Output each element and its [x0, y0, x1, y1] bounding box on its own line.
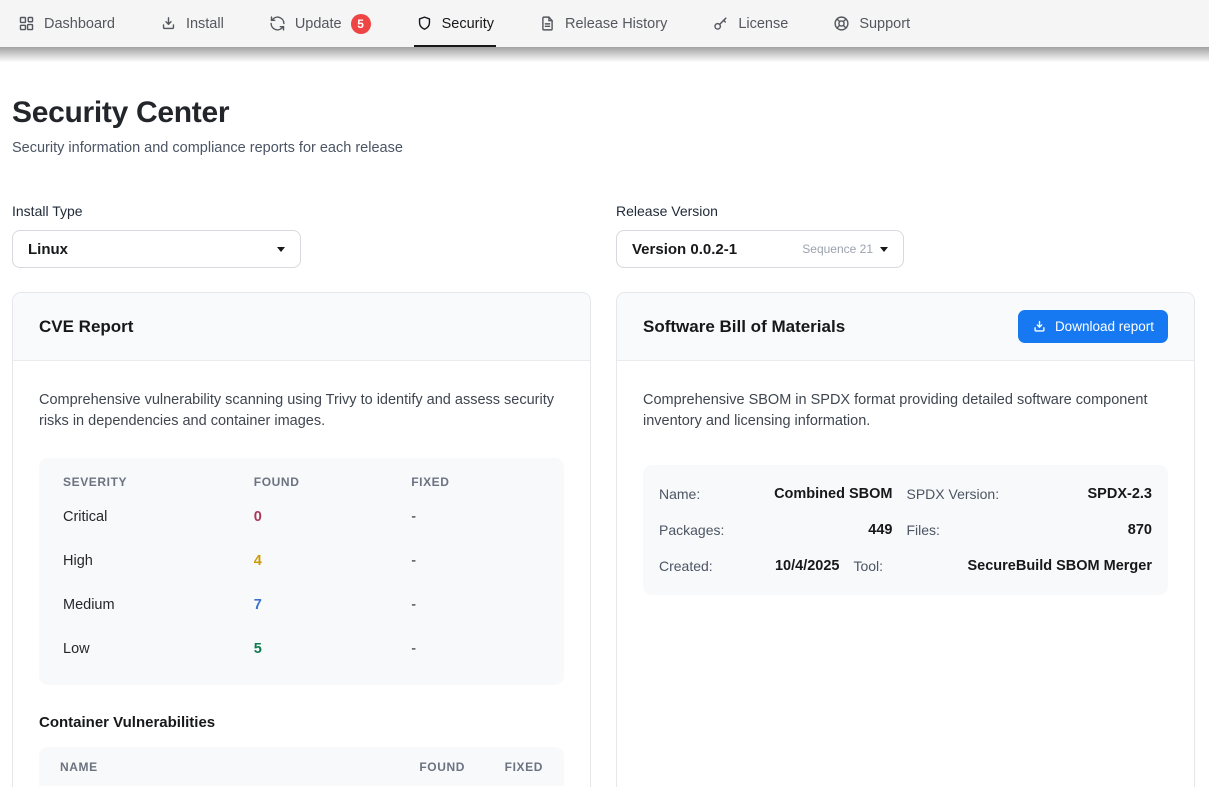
name-column-header: Name — [60, 760, 370, 774]
dashboard-grid-icon — [18, 15, 35, 32]
sbom-created-label: Created: — [659, 558, 747, 574]
sbom-description: Comprehensive SBOM in SPDX format provid… — [643, 390, 1168, 432]
sbom-name-value: Combined SBOM — [761, 486, 893, 502]
sbom-files-value: 870 — [1021, 522, 1153, 538]
fixed-column-header: Fixed — [411, 475, 540, 489]
nav-item-install[interactable]: Install — [160, 0, 224, 47]
nav-item-dashboard[interactable]: Dashboard — [18, 0, 115, 47]
install-type-label: Install Type — [12, 203, 591, 219]
release-version-value: Version 0.0.2-1 — [632, 241, 737, 258]
table-row: Name: Combined SBOM SPDX Version: SPDX-2… — [659, 476, 1152, 512]
sbom-info-table: Name: Combined SBOM SPDX Version: SPDX-2… — [643, 465, 1168, 595]
sbom-packages-value: 449 — [761, 522, 893, 538]
filters-row: Install Type Linux Release Version Versi… — [12, 203, 1195, 268]
lifebuoy-icon — [833, 15, 850, 32]
cve-report-header: CVE Report — [13, 293, 590, 361]
severity-table: Severity Found Fixed Critical 0 - High 4… — [39, 458, 564, 685]
container-table-header: Name Found Fixed — [39, 747, 564, 786]
update-count-badge: 5 — [351, 14, 371, 34]
install-type-field: Install Type Linux — [12, 203, 591, 268]
nav-item-release-history[interactable]: Release History — [539, 0, 667, 47]
fixed-count: - — [411, 553, 540, 569]
fixed-column-header: Fixed — [465, 760, 543, 774]
cards-row: CVE Report Comprehensive vulnerability s… — [12, 292, 1195, 787]
nav-item-support[interactable]: Support — [833, 0, 910, 47]
container-vulnerabilities-title: Container Vulnerabilities — [39, 714, 564, 731]
nav-item-update[interactable]: Update 5 — [269, 0, 371, 47]
table-row: Low 5 - — [39, 627, 564, 671]
download-icon — [160, 15, 177, 32]
sequence-hint: Sequence 21 — [802, 242, 873, 256]
download-icon — [1032, 319, 1047, 334]
download-report-button[interactable]: Download report — [1018, 310, 1168, 343]
release-version-select[interactable]: Version 0.0.2-1 Sequence 21 — [616, 230, 904, 268]
found-column-header: Found — [254, 475, 411, 489]
main-content: Security Center Security information and… — [0, 96, 1209, 787]
table-row: Packages: 449 Files: 870 — [659, 512, 1152, 548]
found-count: 0 — [254, 509, 411, 525]
table-row: Medium 7 - — [39, 583, 564, 627]
refresh-icon — [269, 15, 286, 32]
nav-item-label: License — [738, 16, 788, 32]
fixed-count: - — [411, 509, 540, 525]
severity-table-header: Severity Found Fixed — [39, 475, 564, 495]
release-version-label: Release Version — [616, 203, 1195, 219]
sbom-tool-value: SecureBuild SBOM Merger — [967, 558, 1152, 574]
sbom-header: Software Bill of Materials Download repo… — [617, 293, 1194, 361]
page-title: Security Center — [12, 96, 1195, 130]
found-count: 4 — [254, 553, 411, 569]
nav-item-label: Support — [859, 16, 910, 32]
key-icon — [712, 15, 729, 32]
table-row: High 4 - — [39, 539, 564, 583]
nav-item-license[interactable]: License — [712, 0, 788, 47]
chevron-down-icon — [277, 247, 285, 252]
nav-item-security[interactable]: Security — [416, 0, 494, 47]
sbom-body: Comprehensive SBOM in SPDX format provid… — [617, 361, 1194, 621]
fixed-count: - — [411, 597, 540, 613]
sbom-spdx-version-value: SPDX-2.3 — [1021, 486, 1153, 502]
cve-report-card: CVE Report Comprehensive vulnerability s… — [12, 292, 591, 787]
severity-column-header: Severity — [63, 475, 254, 489]
container-vulnerabilities-table: Name Found Fixed — [39, 747, 564, 786]
sbom-tool-label: Tool: — [853, 558, 953, 574]
found-count: 5 — [254, 641, 411, 657]
cve-report-body: Comprehensive vulnerability scanning usi… — [13, 361, 590, 787]
cve-report-description: Comprehensive vulnerability scanning usi… — [39, 390, 564, 432]
download-report-label: Download report — [1055, 319, 1154, 334]
found-count: 7 — [254, 597, 411, 613]
nav-item-label: Dashboard — [44, 16, 115, 32]
table-row: Critical 0 - — [39, 495, 564, 539]
severity-label: Medium — [63, 597, 254, 613]
sbom-card: Software Bill of Materials Download repo… — [616, 292, 1195, 787]
sbom-files-label: Files: — [907, 522, 1007, 538]
chevron-down-icon — [880, 247, 888, 252]
nav-item-label: Security — [442, 16, 494, 32]
nav-item-label: Update — [295, 16, 342, 32]
sbom-spdx-version-label: SPDX Version: — [907, 486, 1007, 502]
release-version-field: Release Version Version 0.0.2-1 Sequence… — [616, 203, 1195, 268]
found-column-header: Found — [370, 760, 465, 774]
sbom-packages-label: Packages: — [659, 522, 747, 538]
document-icon — [539, 15, 556, 32]
sbom-name-label: Name: — [659, 486, 747, 502]
severity-label: Critical — [63, 509, 254, 525]
nav-item-label: Install — [186, 16, 224, 32]
sbom-title: Software Bill of Materials — [643, 317, 845, 337]
install-type-value: Linux — [28, 241, 68, 258]
severity-label: High — [63, 553, 254, 569]
severity-label: Low — [63, 641, 254, 657]
sbom-created-value: 10/4/2025 — [761, 558, 839, 574]
shield-icon — [416, 15, 433, 32]
fixed-count: - — [411, 641, 540, 657]
header-scroll-shadow — [0, 47, 1209, 62]
cve-report-title: CVE Report — [39, 317, 133, 337]
page-subtitle: Security information and compliance repo… — [12, 140, 1195, 156]
table-row: Created: 10/4/2025 Tool: SecureBuild SBO… — [659, 548, 1152, 584]
top-nav: Dashboard Install Update 5 Security — [0, 0, 1209, 47]
install-type-select[interactable]: Linux — [12, 230, 301, 268]
nav-item-label: Release History — [565, 16, 667, 32]
